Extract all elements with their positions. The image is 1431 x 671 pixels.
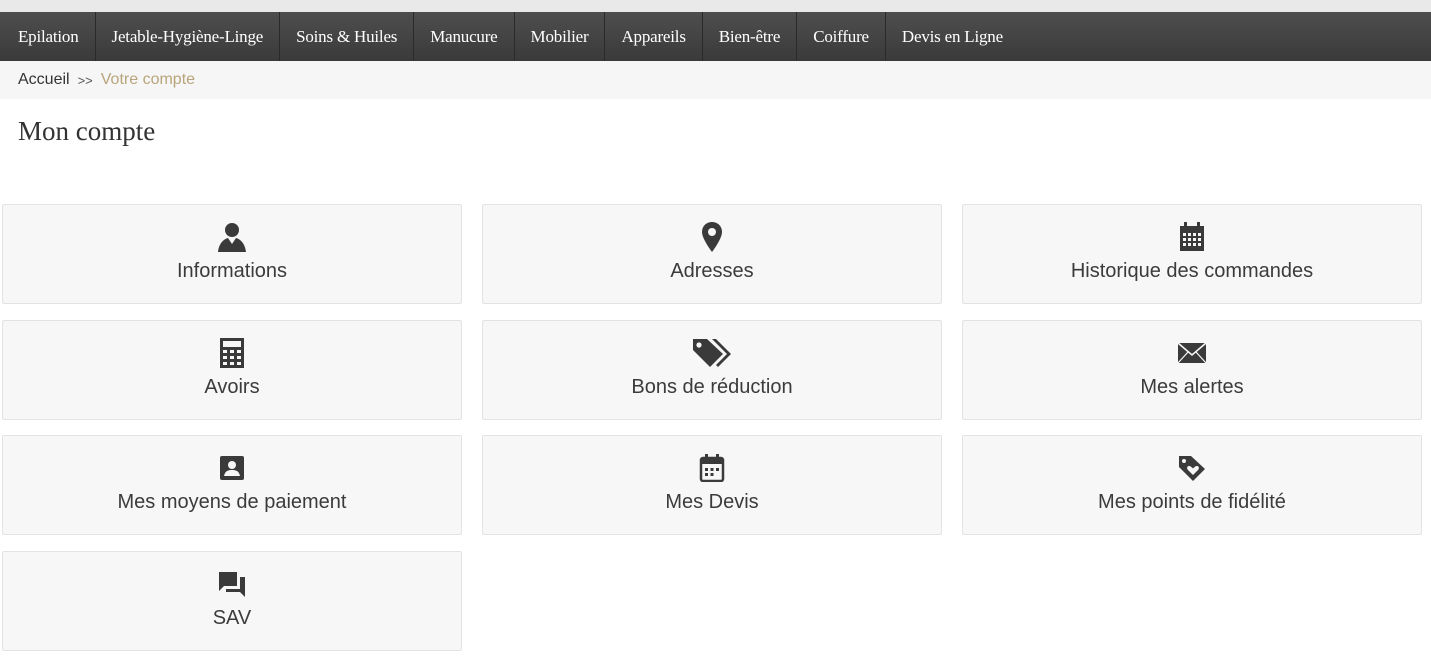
nav-item-jetable-hygiene-linge[interactable]: Jetable-Hygiène-Linge xyxy=(96,12,281,61)
user-icon xyxy=(217,221,247,253)
tile-label: Avoirs xyxy=(204,376,260,398)
tags-icon xyxy=(692,337,732,369)
chat-bubbles-icon xyxy=(218,568,246,600)
breadcrumb-separator: >> xyxy=(77,72,93,88)
account-box-icon xyxy=(219,452,245,484)
tile-historique-commandes[interactable]: Historique des commandes xyxy=(962,204,1422,304)
map-pin-icon xyxy=(701,221,723,253)
tile-label: Adresses xyxy=(670,260,754,282)
breadcrumb: Accueil >> Votre compte xyxy=(0,61,1431,99)
nav-item-manucure[interactable]: Manucure xyxy=(414,12,515,61)
tile-label: Bons de réduction xyxy=(631,376,793,398)
event-calendar-icon xyxy=(699,452,725,484)
page-title: Mon compte xyxy=(18,116,156,146)
tile-label: Mes moyens de paiement xyxy=(117,491,347,513)
nav-item-epilation[interactable]: Epilation xyxy=(0,12,96,61)
calendar-grid-icon xyxy=(1179,221,1205,253)
breadcrumb-current: Votre compte xyxy=(100,71,196,88)
tile-label: Mes Devis xyxy=(665,491,759,513)
tile-points-fidelite[interactable]: Mes points de fidélité xyxy=(962,435,1422,535)
calculator-icon xyxy=(219,337,245,369)
nav-item-bien-etre[interactable]: Bien-être xyxy=(703,12,798,61)
tile-label: SAV xyxy=(212,607,252,629)
tile-avoirs[interactable]: Avoirs xyxy=(2,320,462,420)
tile-bons-reduction[interactable]: Bons de réduction xyxy=(482,320,942,420)
envelope-icon xyxy=(1177,337,1207,369)
tile-mes-alertes[interactable]: Mes alertes xyxy=(962,320,1422,420)
nav-item-appareils[interactable]: Appareils xyxy=(605,12,703,61)
tile-sav[interactable]: SAV xyxy=(2,551,462,651)
nav-item-devis-en-ligne[interactable]: Devis en Ligne xyxy=(886,12,1019,61)
tile-moyens-paiement[interactable]: Mes moyens de paiement xyxy=(2,435,462,535)
tile-mes-devis[interactable]: Mes Devis xyxy=(482,435,942,535)
tile-label: Mes points de fidélité xyxy=(1098,491,1286,513)
top-strip xyxy=(0,0,1431,12)
tile-adresses[interactable]: Adresses xyxy=(482,204,942,304)
tile-label: Mes alertes xyxy=(1140,376,1244,398)
nav-item-mobilier[interactable]: Mobilier xyxy=(515,12,606,61)
tile-label: Informations xyxy=(176,260,288,282)
nav-item-coiffure[interactable]: Coiffure xyxy=(797,12,886,61)
tile-label: Historique des commandes xyxy=(1070,260,1314,282)
heart-tag-icon xyxy=(1178,452,1206,484)
breadcrumb-home-link[interactable]: Accueil xyxy=(18,71,70,89)
tile-informations[interactable]: Informations xyxy=(2,204,462,304)
nav-item-soins-huiles[interactable]: Soins & Huiles xyxy=(280,12,415,61)
main-navigation: Epilation Jetable-Hygiène-Linge Soins & … xyxy=(0,12,1431,61)
